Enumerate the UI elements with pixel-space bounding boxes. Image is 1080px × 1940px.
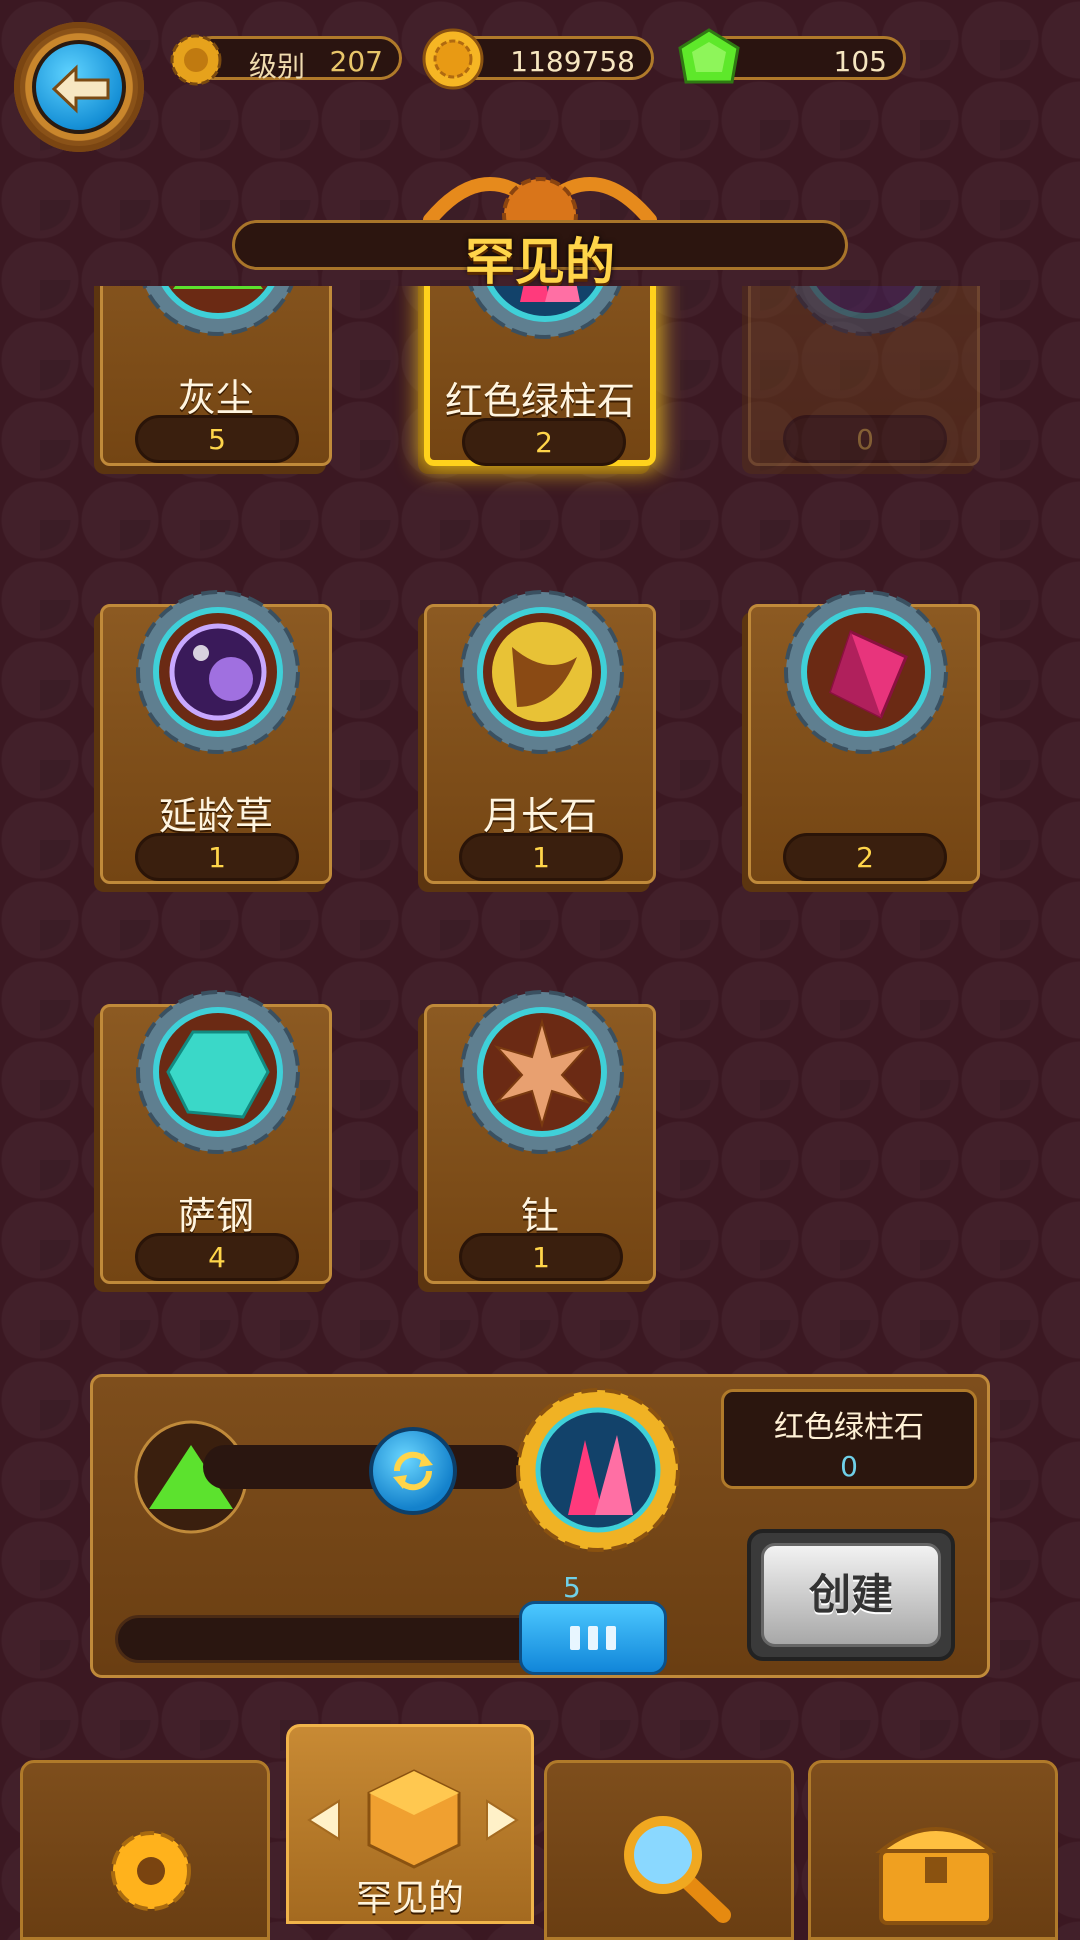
coins-value: 1189758 bbox=[510, 45, 635, 78]
purple-orb-icon bbox=[136, 590, 300, 754]
tab-settings[interactable] bbox=[20, 1760, 270, 1940]
item-card-selected[interactable]: 红色绿柱石 2 bbox=[424, 286, 656, 466]
back-arrow-icon bbox=[32, 40, 126, 134]
level-label: 级别 bbox=[249, 50, 306, 83]
pink-gem-icon bbox=[784, 590, 948, 754]
target-name: 红色绿柱石 bbox=[774, 1410, 924, 1445]
item-card[interactable]: 钍 1 bbox=[424, 990, 656, 1284]
create-button-label: 创建 bbox=[761, 1543, 941, 1647]
item-grid: 灰尘 5 红色绿柱石 2 0 延龄草 1 月长石 1 2 萨钢 4 钍 1 bbox=[0, 286, 1080, 1326]
target-crystal-icon bbox=[516, 1388, 680, 1552]
purple-stone-icon bbox=[790, 286, 942, 336]
gems-value: 105 bbox=[833, 45, 887, 78]
back-button[interactable] bbox=[14, 22, 144, 152]
item-name: 钍 bbox=[520, 1194, 559, 1238]
item-name: 灰尘 bbox=[177, 376, 254, 420]
green-dust-icon bbox=[142, 286, 294, 336]
item-count: 1 bbox=[459, 1233, 623, 1281]
item-count: 0 bbox=[783, 415, 947, 463]
page-title: 罕见的 bbox=[465, 233, 615, 291]
item-card[interactable]: 月长石 1 bbox=[424, 590, 656, 884]
item-name: 萨钢 bbox=[177, 1194, 254, 1238]
level-value: 207 bbox=[329, 45, 383, 78]
tab-search[interactable] bbox=[544, 1760, 794, 1940]
chevron-right-icon[interactable] bbox=[483, 1797, 521, 1843]
spiky-burst-icon bbox=[460, 990, 624, 1154]
item-count: 1 bbox=[459, 833, 623, 881]
target-info: 红色绿柱石 0 bbox=[721, 1389, 977, 1489]
cyan-ore-icon bbox=[136, 990, 300, 1154]
item-card[interactable]: 萨钢 4 bbox=[100, 990, 332, 1284]
conversion-track bbox=[203, 1445, 523, 1489]
create-button[interactable]: 创建 bbox=[747, 1529, 955, 1661]
craft-amount: 5 bbox=[563, 1571, 581, 1604]
tab-chest[interactable] bbox=[808, 1760, 1058, 1940]
target-owned: 0 bbox=[840, 1450, 858, 1483]
chevron-left-icon[interactable] bbox=[305, 1797, 343, 1843]
refresh-button[interactable] bbox=[369, 1427, 457, 1515]
item-count: 5 bbox=[135, 415, 299, 463]
chest-icon bbox=[875, 1827, 997, 1925]
gear-icon bbox=[111, 1831, 191, 1911]
tab-rare-label: 罕见的 bbox=[355, 1878, 464, 1919]
red-crystal-icon bbox=[468, 286, 622, 339]
magnifier-icon bbox=[624, 1816, 731, 1923]
item-count: 4 bbox=[135, 1233, 299, 1281]
item-card[interactable]: 延龄草 1 bbox=[100, 590, 332, 884]
amount-slider-handle[interactable] bbox=[519, 1601, 667, 1675]
moonstone-icon bbox=[460, 590, 624, 754]
item-card-locked[interactable]: 0 bbox=[748, 286, 980, 466]
craft-panel: 红色绿柱石 0 5 创建 bbox=[90, 1374, 990, 1678]
item-name: 延龄草 bbox=[158, 794, 273, 838]
swirl-cube-icon bbox=[367, 1769, 461, 1869]
item-count: 1 bbox=[135, 833, 299, 881]
coin-icon bbox=[422, 28, 484, 90]
item-name: 红色绿柱石 bbox=[444, 379, 635, 423]
tab-rare[interactable]: 罕见的 bbox=[286, 1724, 534, 1924]
item-name: 月长石 bbox=[482, 794, 597, 838]
item-count: 2 bbox=[783, 833, 947, 881]
level-gear-icon bbox=[170, 34, 222, 86]
item-card[interactable]: 灰尘 5 bbox=[100, 286, 332, 466]
green-gem-icon bbox=[678, 28, 740, 84]
item-card[interactable]: 2 bbox=[748, 590, 980, 884]
item-count: 2 bbox=[462, 418, 626, 466]
refresh-icon bbox=[393, 1451, 433, 1491]
